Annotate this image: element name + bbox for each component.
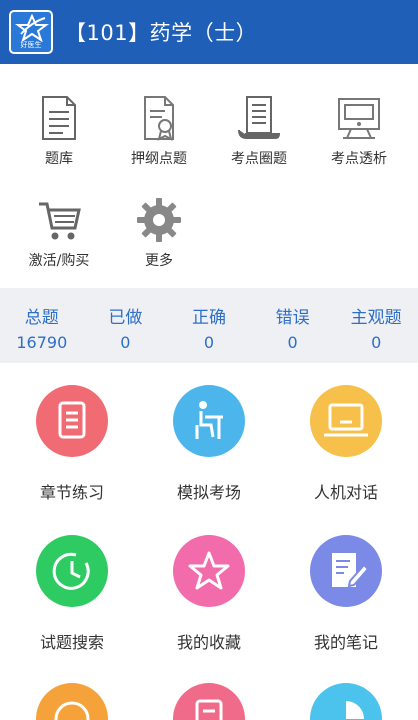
feature-circle xyxy=(310,535,382,607)
tool-label: 激活/购买 xyxy=(28,253,90,269)
app-screen: 好医生 【101】药学（士） 题库 押纲点题 考点圈题 考点透析 激活/购买 更… xyxy=(0,0,418,720)
feature-label: 我的笔记 xyxy=(313,633,378,652)
stat-wrong[interactable]: 错误 0 xyxy=(251,288,335,363)
feature-circle xyxy=(173,535,245,607)
stat-correct[interactable]: 正确 0 xyxy=(167,288,251,363)
document-icon xyxy=(195,699,223,720)
stat-label: 主观题 xyxy=(350,308,402,328)
feature-my-notes[interactable]: 我的笔记 xyxy=(276,535,416,653)
feature-label: 模拟考场 xyxy=(176,483,241,502)
search-clock-icon xyxy=(52,552,90,590)
feature-circle xyxy=(310,385,382,457)
tool-point-analysis[interactable]: 考点透析 xyxy=(307,94,411,168)
tool-label: 押纲点题 xyxy=(131,151,187,167)
cart-icon xyxy=(39,202,81,240)
app-logo: 好医生 xyxy=(9,10,53,54)
feature-chapter-practice[interactable]: 章节练习 xyxy=(2,385,142,503)
stat-value: 0 xyxy=(120,333,131,352)
stat-label: 已做 xyxy=(108,308,143,328)
star-icon xyxy=(188,551,230,590)
feature-mock-exam[interactable]: 模拟考场 xyxy=(139,385,279,503)
feature-row3-left[interactable] xyxy=(2,683,142,720)
tool-more[interactable]: 更多 xyxy=(107,196,211,270)
tool-question-bank[interactable]: 题库 xyxy=(7,94,111,168)
certificate-doc-icon xyxy=(144,96,174,141)
stat-total[interactable]: 总题 16790 xyxy=(0,288,84,363)
tool-outline-questions[interactable]: 押纲点题 xyxy=(107,94,211,168)
feature-circle xyxy=(310,683,382,720)
tool-activate-buy[interactable]: 激活/购买 xyxy=(7,196,111,270)
tool-circle-questions[interactable]: 考点圈题 xyxy=(207,94,311,168)
feature-circle xyxy=(36,535,108,607)
feature-row3-right[interactable] xyxy=(276,683,416,720)
feature-computer-dialog[interactable]: 人机对话 xyxy=(276,385,416,503)
tool-label: 考点圈题 xyxy=(231,151,287,167)
app-header: 好医生 【101】药学（士） xyxy=(0,0,418,64)
note-edit-icon xyxy=(332,553,370,588)
feature-label: 人机对话 xyxy=(313,483,378,502)
feature-circle xyxy=(173,385,245,457)
tool-label: 更多 xyxy=(145,253,173,269)
scroll-icon xyxy=(238,96,281,139)
stat-done[interactable]: 已做 0 xyxy=(84,288,168,363)
stat-label: 错误 xyxy=(275,308,310,328)
stat-label: 总题 xyxy=(24,308,59,328)
feature-label: 我的收藏 xyxy=(176,633,241,652)
logo-text: 好医生 xyxy=(20,41,42,49)
tool-label: 考点透析 xyxy=(331,151,387,167)
gear-icon xyxy=(137,198,181,242)
feature-my-favorites[interactable]: 我的收藏 xyxy=(139,535,279,653)
stat-value: 0 xyxy=(371,333,382,352)
tools-panel: 题库 押纲点题 考点圈题 考点透析 激活/购买 更多 xyxy=(0,64,418,286)
pie-icon xyxy=(346,701,364,719)
question-bank-icon xyxy=(42,96,76,140)
feature-row3-middle[interactable] xyxy=(139,683,279,720)
stat-label: 正确 xyxy=(191,308,226,328)
stat-value: 16790 xyxy=(16,333,68,352)
feature-label: 章节练习 xyxy=(39,483,104,502)
document-icon xyxy=(58,401,86,439)
feature-question-search[interactable]: 试题搜索 xyxy=(2,535,142,653)
feature-circle xyxy=(36,683,108,720)
stat-value: 0 xyxy=(203,333,215,352)
stat-value: 0 xyxy=(287,333,298,352)
circle-icon xyxy=(54,701,90,720)
tool-label: 题库 xyxy=(45,151,73,167)
star-logo-icon xyxy=(15,14,49,42)
laptop-icon xyxy=(324,403,368,437)
feature-circle xyxy=(36,385,108,457)
feature-label: 试题搜索 xyxy=(39,633,104,652)
analysis-screen-icon xyxy=(338,98,380,139)
stat-subjective[interactable]: 主观题 0 xyxy=(334,288,418,363)
page-title: 【101】药学（士） xyxy=(65,21,258,45)
feature-grid: 章节练习 模拟考场 人机对话 试题搜索 我的收藏 我的笔记 xyxy=(0,363,418,720)
feature-circle xyxy=(173,683,245,720)
stats-bar: 总题 16790 已做 0 正确 0 错误 0 主观题 0 xyxy=(0,288,418,363)
desk-person-icon xyxy=(195,401,223,439)
